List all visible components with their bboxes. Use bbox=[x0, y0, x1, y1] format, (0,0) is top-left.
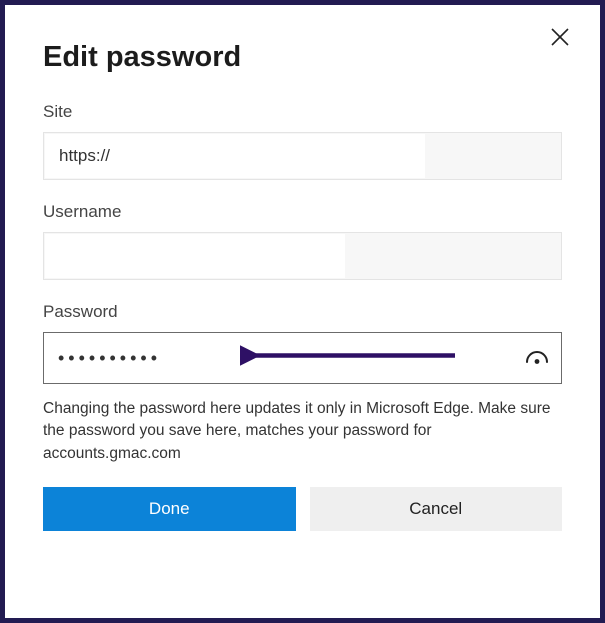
password-input[interactable] bbox=[44, 333, 513, 383]
eye-icon bbox=[524, 345, 550, 371]
edit-password-dialog: Edit password Site https:// gin Username… bbox=[0, 0, 605, 623]
cancel-button[interactable]: Cancel bbox=[310, 487, 563, 531]
password-field-group: Password bbox=[43, 302, 562, 384]
dialog-actions: Done Cancel bbox=[43, 487, 562, 531]
close-icon bbox=[550, 27, 570, 47]
help-text: Changing the password here updates it on… bbox=[43, 398, 562, 465]
site-label: Site bbox=[43, 102, 562, 122]
password-label: Password bbox=[43, 302, 562, 322]
reveal-password-button[interactable] bbox=[513, 333, 561, 383]
site-value-prefix: https:// bbox=[45, 134, 425, 178]
done-button[interactable]: Done bbox=[43, 487, 296, 531]
dialog-title: Edit password bbox=[43, 41, 562, 74]
username-label: Username bbox=[43, 202, 562, 222]
close-button[interactable] bbox=[546, 23, 574, 51]
site-input[interactable]: https:// gin bbox=[43, 132, 562, 180]
site-field-group: Site https:// gin bbox=[43, 102, 562, 180]
password-input-wrapper bbox=[43, 332, 562, 384]
username-input[interactable] bbox=[43, 232, 562, 280]
username-field-group: Username bbox=[43, 202, 562, 280]
